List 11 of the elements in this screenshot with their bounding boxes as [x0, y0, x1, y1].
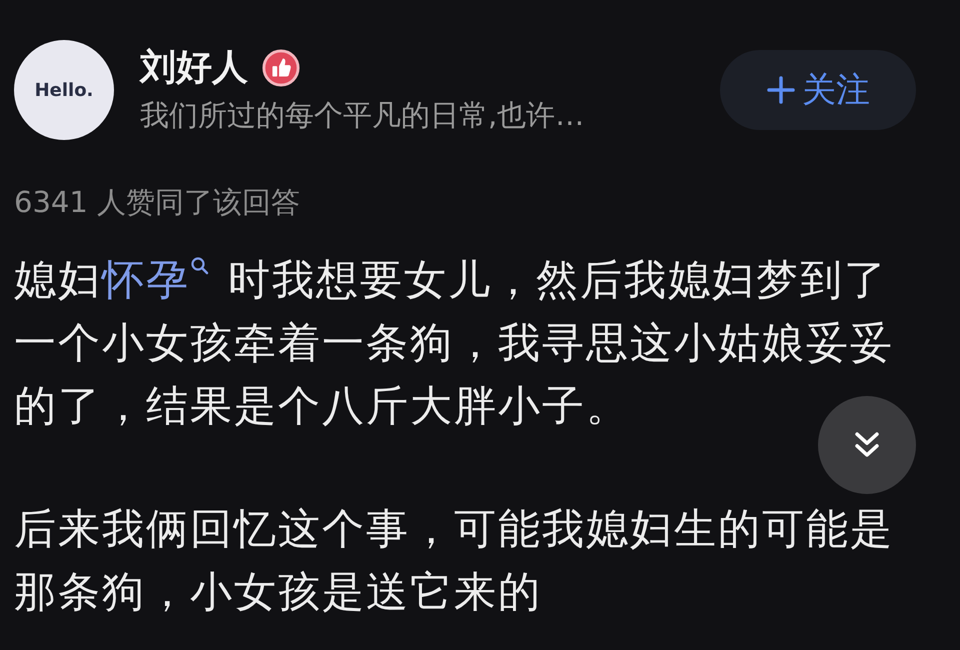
avatar[interactable]: Hello.	[14, 40, 114, 140]
upvote-count: 6341 人赞同了该回答	[14, 184, 302, 221]
answer-paragraph: 媳妇怀孕 时我想要女儿，然后我媳妇梦到了一个小女孩牵着一条狗，我寻思这小姑娘妥妥的了，结果是个八斤大胖小子。	[14, 254, 895, 432]
search-link[interactable]: 怀孕	[102, 255, 228, 304]
search-icon	[190, 256, 210, 276]
plus-icon	[766, 75, 796, 105]
follow-button[interactable]: 关注	[720, 50, 916, 130]
author-name[interactable]: 刘好人	[140, 43, 248, 93]
answer-paragraph: 后来我俩回忆这个事，可能我媳妇生的可能是那条狗，小女孩是送它来的	[14, 503, 895, 618]
author-bio: 我们所过的每个平凡的日常,也许…	[140, 97, 586, 134]
thumbs-up-badge-icon	[262, 49, 300, 87]
